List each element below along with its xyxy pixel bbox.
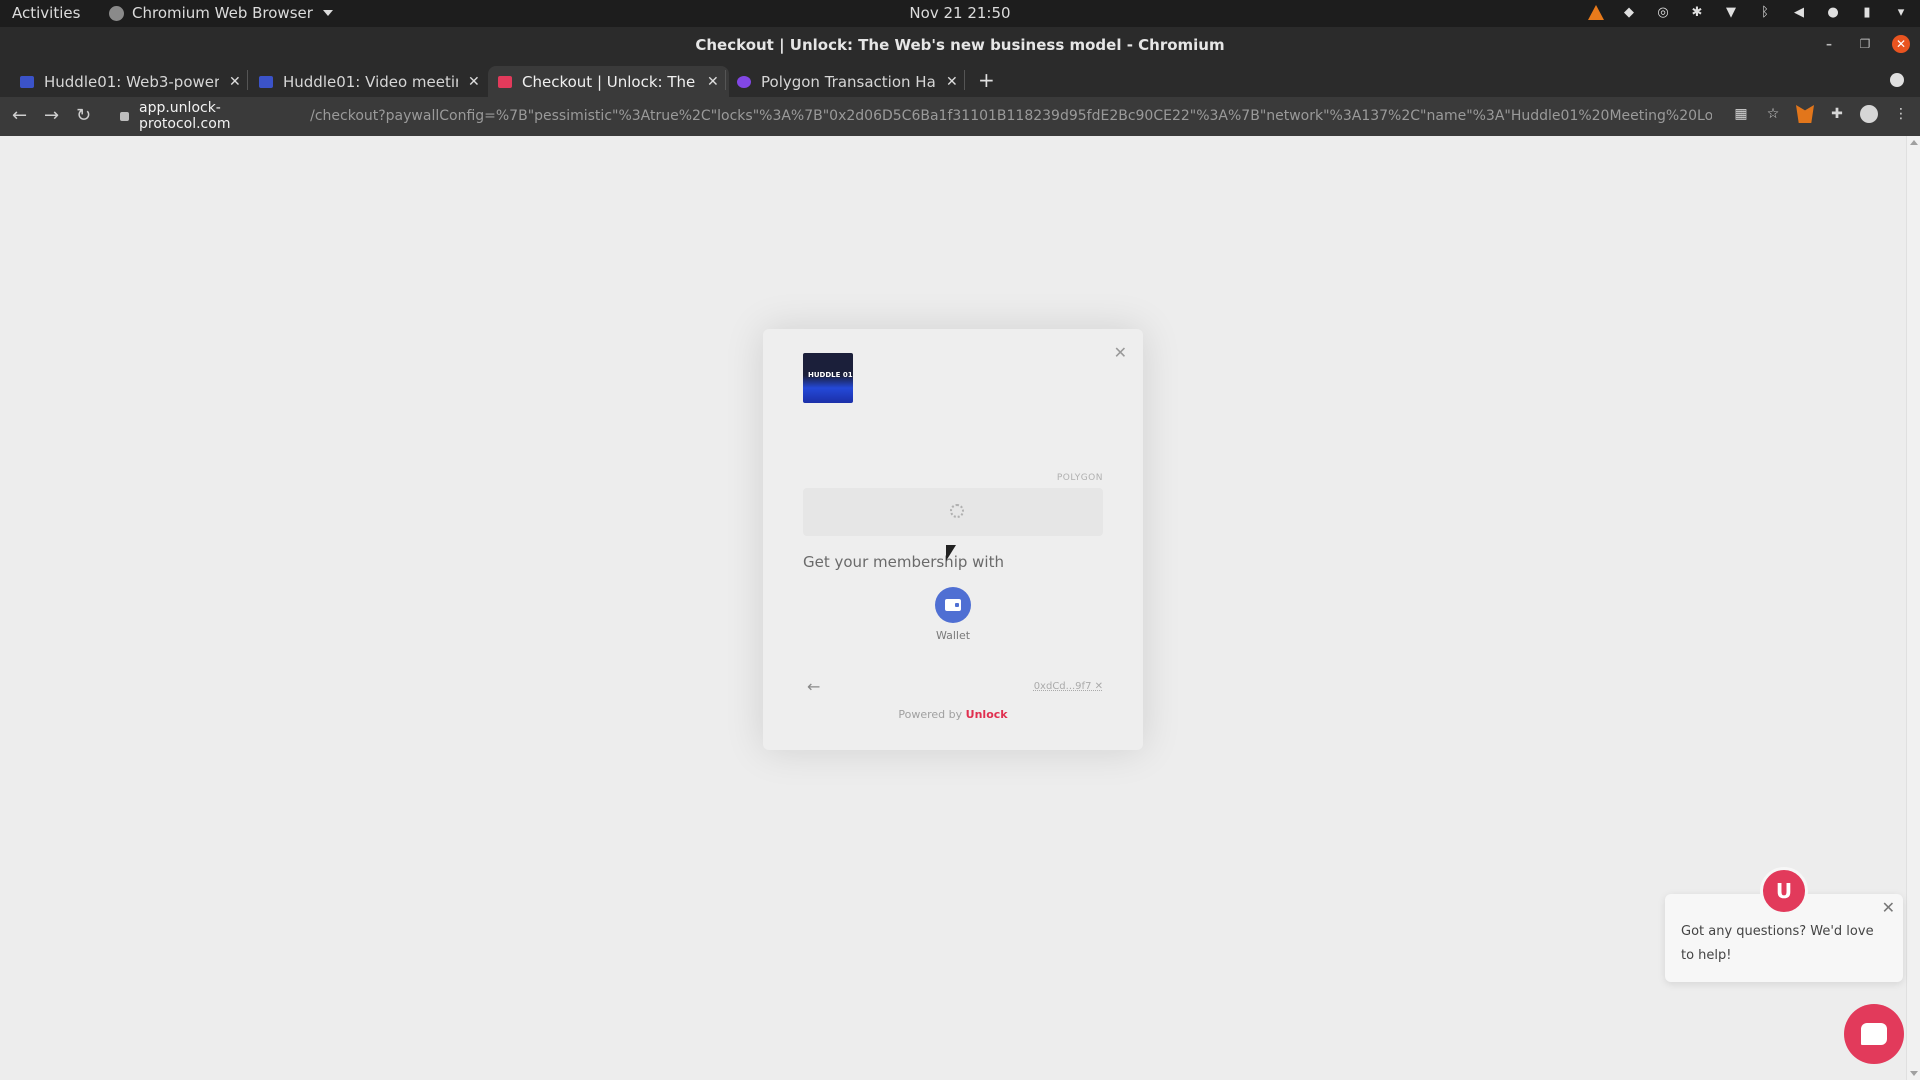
membership-prompt: Get your membership with — [803, 553, 1004, 571]
close-tab-icon[interactable]: ✕ — [946, 74, 958, 90]
tab-search-icon[interactable] — [1890, 73, 1904, 87]
lock-icon[interactable] — [120, 111, 129, 121]
window-title: Checkout | Unlock: The Web's new busines… — [695, 36, 1225, 54]
close-tab-icon[interactable]: ✕ — [468, 74, 480, 90]
window-title-bar: Checkout | Unlock: The Web's new busines… — [0, 27, 1920, 63]
microphone-icon[interactable]: ● — [1824, 3, 1842, 21]
tab-strip: Huddle01: Web3-powered ✕ Huddle01: Video… — [0, 63, 1920, 97]
metamask-fox-icon[interactable] — [1796, 105, 1814, 123]
chromium-icon — [109, 5, 124, 21]
huddle-logo: HUDDLE 01 — [803, 353, 853, 403]
tab-label: Huddle01: Web3-powered — [44, 72, 219, 91]
chevron-down-icon[interactable]: ▾ — [1892, 3, 1910, 21]
browser-toolbar: ← → ↻ app.unlock-protocol.com /checkout?… — [0, 97, 1920, 136]
system-tray[interactable]: ◆ ◎ ✱ ▼ ᛒ ◀ ● ▮ ▾ — [1588, 3, 1910, 21]
scroll-up-icon[interactable] — [1910, 140, 1918, 145]
chat-agent-avatar: U — [1760, 867, 1808, 915]
wallet-button[interactable] — [935, 587, 971, 623]
tab-huddle-web3[interactable]: Huddle01: Web3-powered ✕ — [10, 66, 251, 97]
polygon-favicon-icon — [737, 75, 751, 88]
page-scrollbar[interactable] — [1906, 136, 1920, 1080]
address-bar[interactable]: app.unlock-protocol.com /checkout?paywal… — [112, 100, 1712, 132]
sync-icon[interactable]: ◎ — [1654, 3, 1672, 21]
checkout-modal: ✕ HUDDLE 01 POLYGON Get your membership … — [763, 329, 1143, 750]
tab-huddle-video[interactable]: Huddle01: Video meeting ✕ — [249, 66, 490, 97]
mouse-cursor-icon — [946, 545, 956, 561]
wallet-address[interactable]: 0xdCd...9f7 ✕ — [1034, 681, 1103, 692]
chat-launcher-button[interactable] — [1844, 1004, 1904, 1064]
address-text: 0xdCd...9f7 — [1033, 681, 1092, 692]
tab-label: Checkout | Unlock: The Web's — [522, 72, 697, 91]
tab-polygon-tx[interactable]: Polygon Transaction Hash ✕ — [727, 66, 968, 97]
new-tab-button[interactable]: + — [978, 68, 995, 92]
battery-icon[interactable]: ▮ — [1858, 3, 1876, 21]
bluetooth-icon[interactable]: ᛒ — [1756, 3, 1774, 21]
profile-avatar-icon[interactable] — [1860, 105, 1878, 123]
url-host: app.unlock-protocol.com — [139, 100, 231, 132]
wallet-label[interactable]: Wallet — [913, 629, 993, 642]
menu-kebab-icon[interactable]: ⋮ — [1892, 105, 1910, 123]
tab-separator — [247, 70, 248, 90]
qr-code-icon[interactable]: ▦ — [1732, 105, 1750, 123]
minimize-icon[interactable]: – — [1820, 35, 1838, 53]
volume-icon[interactable]: ◀ — [1790, 3, 1808, 21]
activities-button[interactable]: Activities — [12, 4, 80, 22]
close-tab-icon[interactable]: ✕ — [707, 74, 719, 90]
scroll-down-icon[interactable] — [1910, 1071, 1918, 1076]
huddle-favicon-icon — [20, 75, 34, 88]
url-path: /checkout?paywallConfig=%7B"pessimistic"… — [310, 108, 1712, 124]
lock-card-loading[interactable] — [803, 488, 1103, 536]
vlc-icon[interactable] — [1588, 4, 1604, 20]
close-modal-icon[interactable]: ✕ — [1114, 343, 1127, 362]
wifi-icon[interactable]: ▼ — [1722, 3, 1740, 21]
system-top-bar: Activities Chromium Web Browser Nov 21 2… — [0, 0, 1920, 27]
chat-bubble-icon — [1861, 1023, 1887, 1045]
powered-by: Powered by Unlock — [763, 708, 1143, 721]
tab-label: Polygon Transaction Hash — [761, 72, 936, 91]
unlock-favicon-icon — [498, 75, 512, 88]
restore-icon[interactable]: ❐ — [1856, 35, 1874, 53]
back-arrow-icon[interactable]: ← — [807, 677, 820, 696]
diamond-icon[interactable]: ◆ — [1620, 3, 1638, 21]
back-arrow-icon[interactable]: ← — [12, 105, 27, 126]
chevron-down-icon — [322, 10, 333, 16]
window-controls: – ❐ ✕ — [1820, 35, 1910, 53]
powered-by-text: Powered by — [898, 708, 963, 721]
app-name: Chromium Web Browser — [132, 4, 313, 22]
forward-arrow-icon[interactable]: → — [44, 105, 59, 126]
logo-text: HUDDLE 01 — [808, 371, 853, 379]
close-window-icon[interactable]: ✕ — [1892, 35, 1910, 53]
wallet-icon — [945, 599, 961, 611]
chat-message: Got any questions? We'd love to help! — [1681, 924, 1874, 963]
tab-separator — [964, 70, 965, 90]
network-label: POLYGON — [1056, 473, 1103, 483]
close-chat-icon[interactable]: ✕ — [1882, 898, 1895, 917]
unlock-brand-link[interactable]: Unlock — [966, 708, 1008, 721]
close-tab-icon[interactable]: ✕ — [229, 74, 241, 90]
unlock-avatar-letter: U — [1775, 879, 1793, 903]
extensions-puzzle-icon[interactable]: ✚ — [1828, 105, 1846, 123]
slack-icon[interactable]: ✱ — [1688, 3, 1706, 21]
bookmark-star-icon[interactable]: ☆ — [1764, 105, 1782, 123]
tab-label: Huddle01: Video meeting — [283, 72, 458, 91]
tab-unlock-checkout[interactable]: Checkout | Unlock: The Web's ✕ — [488, 66, 729, 97]
reload-icon[interactable]: ↻ — [76, 105, 91, 126]
loading-spinner-icon — [950, 504, 964, 518]
huddle-favicon-icon — [259, 75, 273, 88]
app-menu[interactable]: Chromium Web Browser — [109, 4, 333, 22]
toolbar-actions: ▦ ☆ ✚ ⋮ — [1732, 105, 1910, 123]
tab-separator — [725, 70, 726, 90]
